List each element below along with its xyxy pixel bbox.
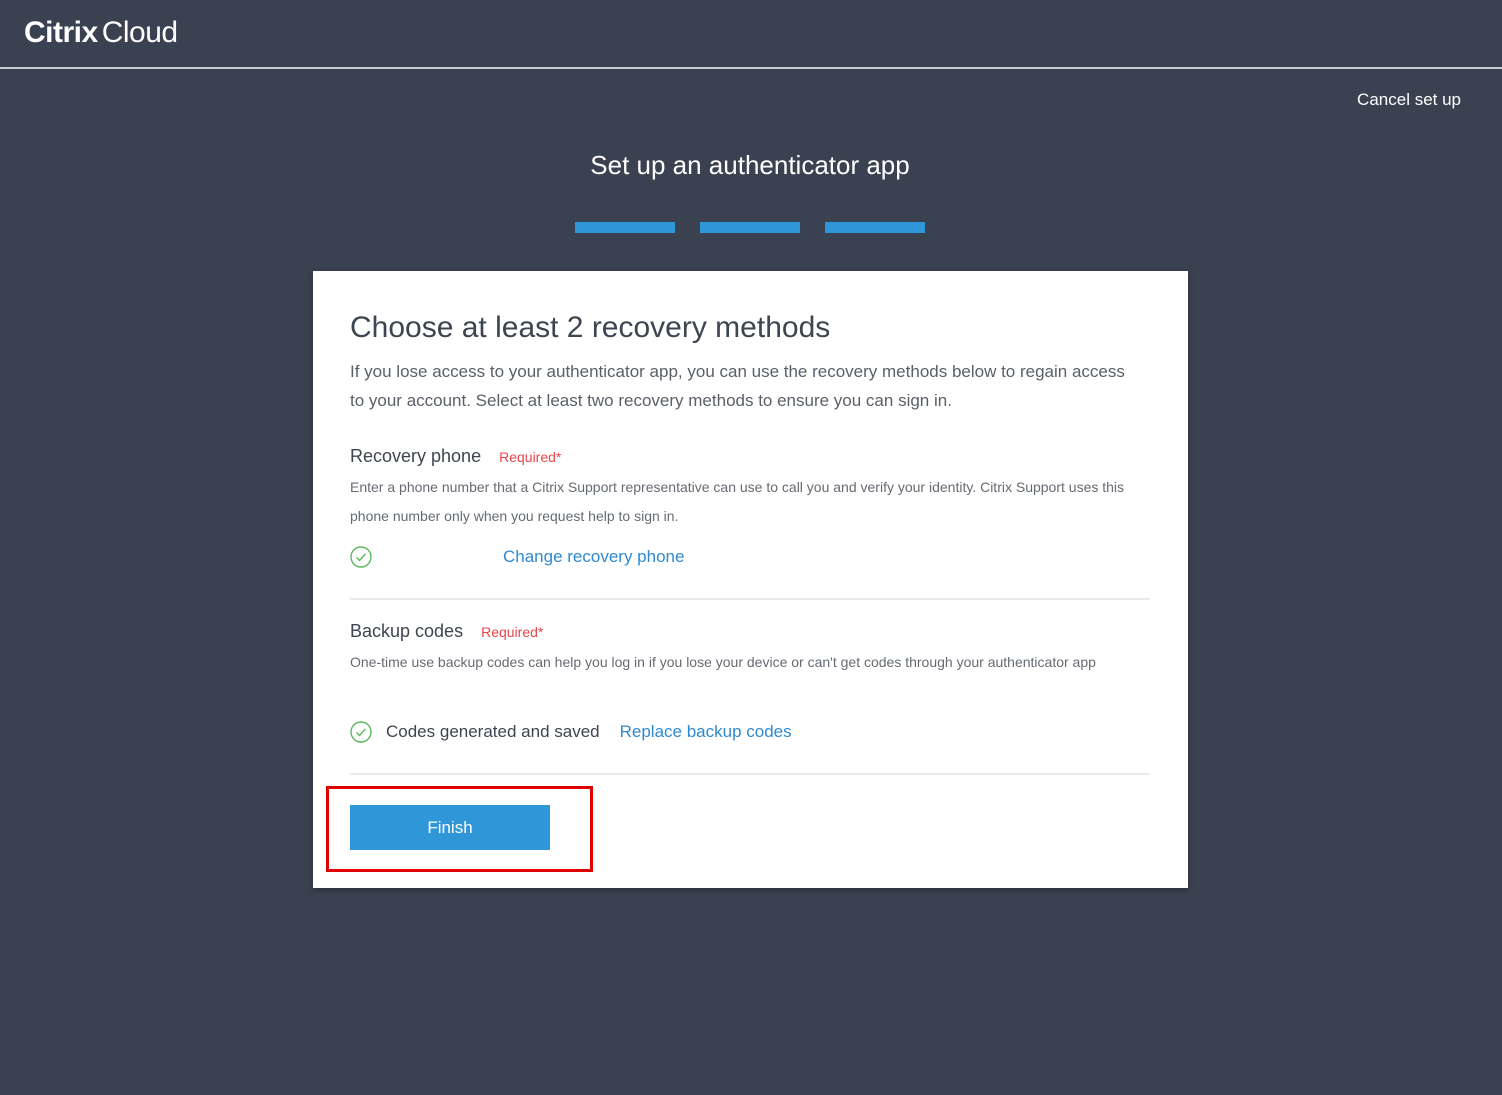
logo-brand: Citrix (24, 16, 98, 49)
backup-codes-label: Backup codes (350, 621, 464, 641)
card-title: Choose at least 2 recovery methods (350, 311, 831, 344)
replace-backup-codes-link[interactable]: Replace backup codes (620, 722, 792, 742)
check-circle-icon (350, 546, 372, 568)
recovery-phone-label: Recovery phone (350, 446, 482, 466)
check-circle-icon (350, 721, 372, 743)
progress-step-1 (575, 222, 675, 233)
backup-codes-description: One-time use backup codes can help you l… (350, 654, 1096, 670)
recovery-methods-card: Choose at least 2 recovery methods If yo… (313, 271, 1188, 888)
recovery-phone-description: Enter a phone number that a Citrix Suppo… (350, 479, 1125, 524)
backup-codes-section: Backup codes Required* One-time use back… (350, 621, 1150, 743)
section-divider (350, 598, 1150, 600)
required-badge: Required* (481, 624, 544, 640)
logo-product: Cloud (101, 16, 178, 49)
card-description: If you lose access to your authenticator… (350, 362, 1125, 410)
backup-codes-status-text: Codes generated and saved (386, 722, 600, 741)
backup-codes-status: Codes generated and saved Replace backup… (350, 721, 792, 743)
page-heading: Set up an authenticator app (590, 150, 910, 180)
required-badge: Required* (499, 449, 562, 465)
top-bar: Citrix Cloud (0, 0, 1502, 69)
recovery-phone-status: Change recovery phone (350, 546, 684, 568)
change-recovery-phone-link[interactable]: Change recovery phone (503, 547, 684, 567)
cancel-setup-link[interactable]: Cancel set up (1357, 90, 1461, 110)
finish-button[interactable]: Finish (350, 805, 550, 850)
progress-step-2 (700, 222, 800, 233)
progress-steps (575, 222, 925, 233)
progress-step-3 (825, 222, 925, 233)
citrix-cloud-logo: Citrix Cloud (24, 16, 178, 50)
section-divider (350, 773, 1150, 775)
recovery-phone-section: Recovery phone Required* Enter a phone n… (350, 446, 1150, 568)
